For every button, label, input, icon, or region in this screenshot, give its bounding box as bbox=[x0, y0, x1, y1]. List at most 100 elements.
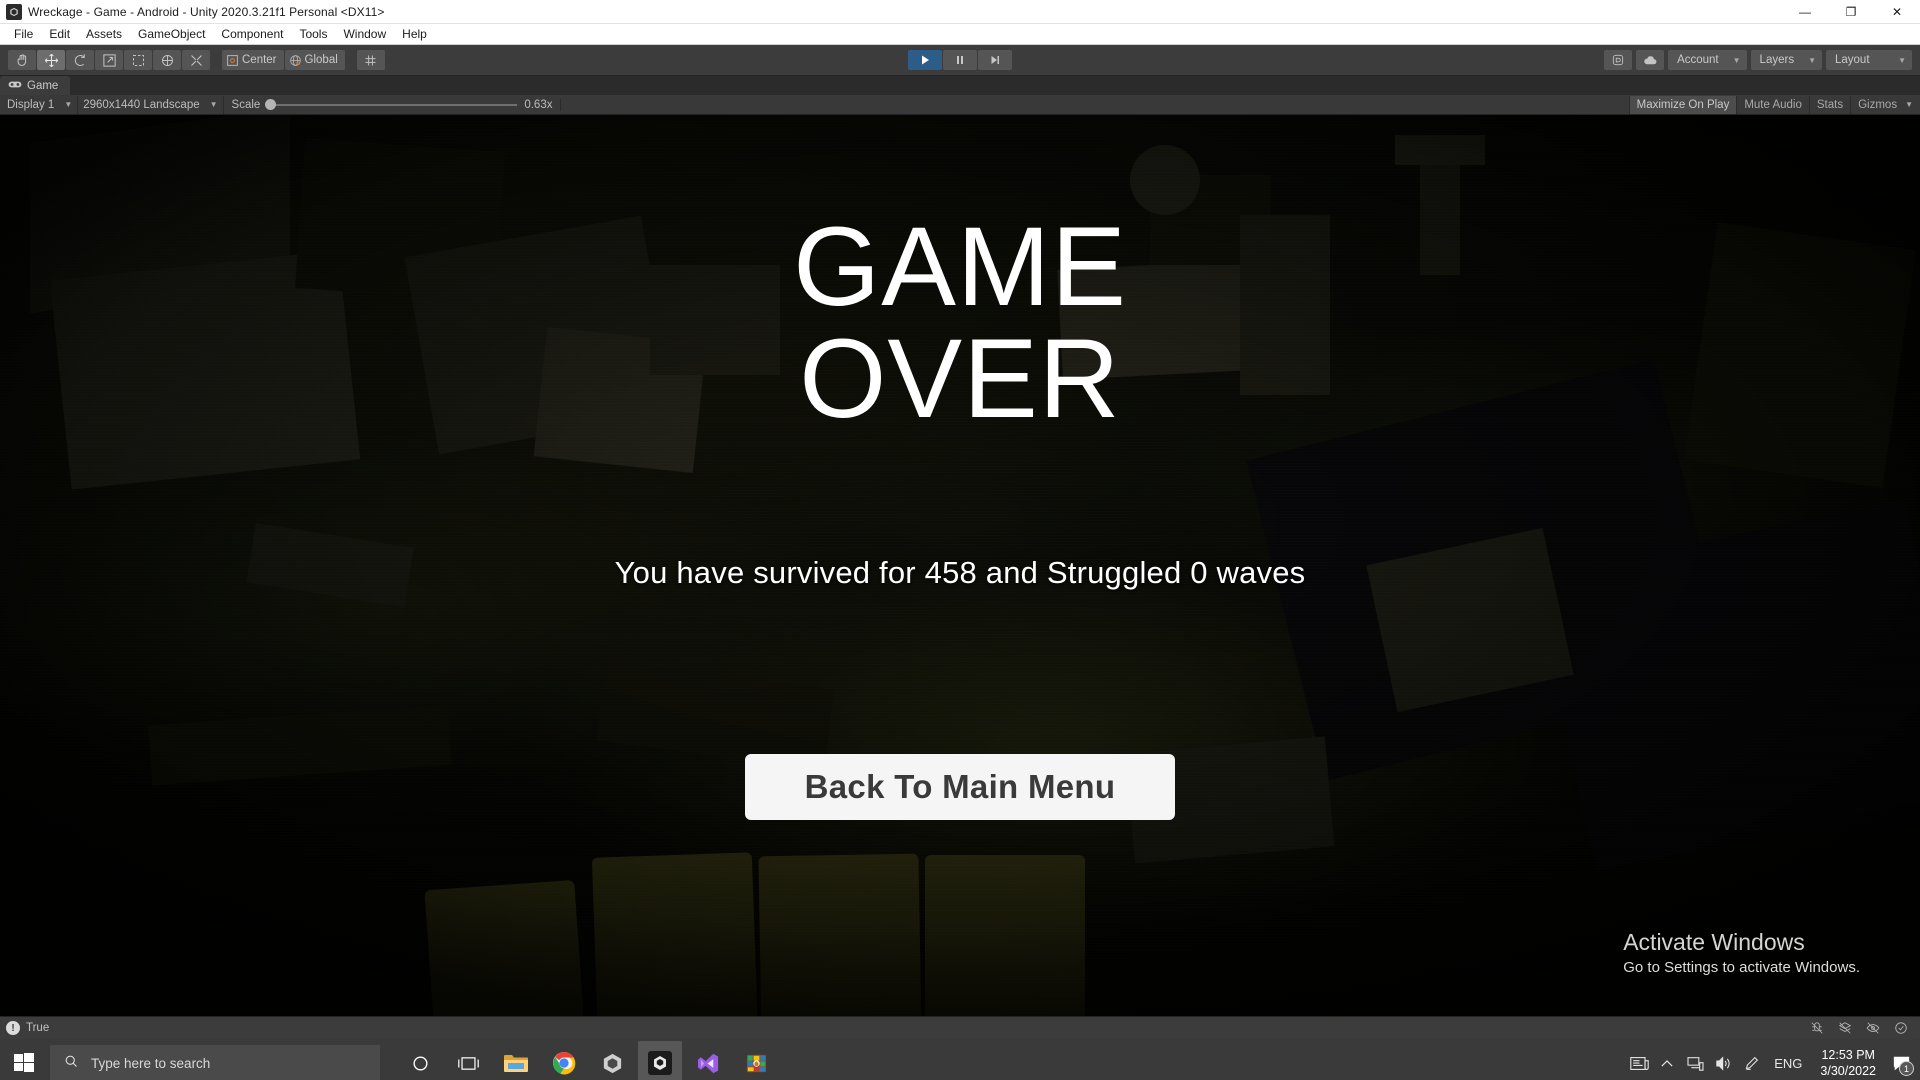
visual-studio-icon[interactable] bbox=[686, 1041, 730, 1080]
unity-icon bbox=[6, 3, 22, 20]
menu-item-gameobject[interactable]: GameObject bbox=[130, 25, 213, 43]
rotate-tool-button[interactable] bbox=[66, 50, 94, 70]
activate-windows-title: Activate Windows bbox=[1623, 929, 1805, 955]
resolution-label: 2960x1440 Landscape bbox=[83, 98, 200, 111]
snap-tools-group bbox=[356, 50, 385, 70]
chevron-down-icon: ▼ bbox=[1732, 55, 1741, 65]
resolution-dropdown[interactable]: 2960x1440 Landscape ▼ bbox=[78, 95, 224, 114]
stats-toggle[interactable]: Stats bbox=[1808, 95, 1850, 114]
game-viewport[interactable]: GAME OVER You have survived for 458 and … bbox=[0, 115, 1920, 1016]
volume-icon[interactable] bbox=[1710, 1039, 1736, 1080]
chevron-down-icon: ▼ bbox=[1898, 55, 1906, 65]
toolbar-right-group: Account ▼ Layers ▼ Layout ▼ bbox=[1604, 50, 1912, 70]
network-icon[interactable] bbox=[1682, 1039, 1708, 1080]
account-label: Account bbox=[1677, 54, 1719, 66]
check-circle-icon[interactable] bbox=[1888, 1019, 1914, 1037]
step-button[interactable] bbox=[978, 50, 1012, 70]
menu-bar: File Edit Assets GameObject Component To… bbox=[0, 24, 1920, 45]
chevron-down-icon: ▼ bbox=[209, 100, 218, 109]
pivot-mode-label: Center bbox=[242, 54, 277, 66]
hand-tool-button[interactable] bbox=[8, 50, 36, 70]
file-explorer-icon[interactable] bbox=[494, 1041, 538, 1080]
console-info-icon: ! bbox=[6, 1021, 20, 1035]
scale-label: Scale bbox=[231, 98, 261, 111]
menu-item-assets[interactable]: Assets bbox=[78, 25, 130, 43]
display-dropdown[interactable]: Display 1 ▼ bbox=[2, 95, 79, 114]
scale-tool-button[interactable] bbox=[95, 50, 123, 70]
menu-item-tools[interactable]: Tools bbox=[291, 25, 335, 43]
gizmos-toggle[interactable]: Gizmos ▼ bbox=[1850, 95, 1920, 114]
scale-slider[interactable] bbox=[265, 99, 518, 110]
menu-item-window[interactable]: Window bbox=[335, 25, 394, 43]
playback-controls bbox=[908, 50, 1012, 70]
pivot-mode-button[interactable]: Center bbox=[222, 50, 284, 70]
collab-icon[interactable] bbox=[1604, 50, 1633, 70]
search-icon bbox=[64, 1054, 79, 1072]
status-message[interactable]: ! True bbox=[6, 1021, 49, 1035]
language-indicator[interactable]: ENG bbox=[1766, 1056, 1810, 1071]
unity-hub-icon[interactable] bbox=[590, 1041, 634, 1080]
unity-editor-icon[interactable] bbox=[638, 1041, 682, 1080]
taskbar-clock[interactable]: 12:53 PM 3/30/2022 bbox=[1812, 1047, 1884, 1079]
windows-activation-watermark: Activate Windows Go to Settings to activ… bbox=[1623, 929, 1860, 976]
task-view-icon[interactable] bbox=[446, 1041, 490, 1080]
account-dropdown[interactable]: Account ▼ bbox=[1668, 50, 1747, 70]
scale-slider-handle[interactable] bbox=[265, 99, 277, 110]
menu-item-help[interactable]: Help bbox=[394, 25, 435, 43]
chevron-up-icon[interactable] bbox=[1654, 1039, 1680, 1080]
mute-audio-toggle[interactable]: Mute Audio bbox=[1736, 95, 1809, 114]
display-label: Display 1 bbox=[7, 98, 55, 111]
move-tool-button[interactable] bbox=[37, 50, 65, 70]
close-button[interactable]: ✕ bbox=[1874, 0, 1920, 24]
notification-badge: 1 bbox=[1899, 1061, 1914, 1076]
game-over-line-2: OVER bbox=[799, 316, 1121, 441]
chevron-down-icon: ▼ bbox=[1808, 55, 1816, 65]
chevron-down-icon: ▼ bbox=[64, 100, 73, 109]
news-and-interests-icon[interactable] bbox=[1626, 1039, 1652, 1080]
cloud-icon[interactable] bbox=[1636, 50, 1665, 70]
minimize-button[interactable]: — bbox=[1782, 0, 1828, 24]
eye-off-icon[interactable] bbox=[1860, 1019, 1886, 1037]
debug-off-icon[interactable] bbox=[1804, 1019, 1830, 1037]
window-title: Wreckage - Game - Android - Unity 2020.3… bbox=[28, 4, 385, 19]
game-view-toolbar: Display 1 ▼ 2960x1440 Landscape ▼ Scale … bbox=[0, 95, 1920, 115]
restore-button[interactable]: ❐ bbox=[1828, 0, 1874, 24]
pause-button[interactable] bbox=[943, 50, 977, 70]
maximize-on-play-toggle[interactable]: Maximize On Play bbox=[1628, 95, 1737, 114]
winrar-icon[interactable] bbox=[734, 1041, 778, 1080]
custom-tool-button[interactable] bbox=[182, 50, 210, 70]
cortana-icon[interactable] bbox=[398, 1041, 442, 1080]
layout-dropdown[interactable]: Layout ▼ bbox=[1826, 50, 1912, 70]
menu-item-file[interactable]: File bbox=[6, 25, 41, 43]
menu-item-edit[interactable]: Edit bbox=[41, 25, 78, 43]
layers-label: Layers bbox=[1759, 54, 1795, 66]
pen-icon[interactable] bbox=[1738, 1039, 1764, 1080]
grid-snap-icon[interactable] bbox=[356, 50, 385, 70]
play-button[interactable] bbox=[908, 50, 942, 70]
window-controls: — ❐ ✕ bbox=[1782, 0, 1920, 24]
gizmos-label: Gizmos bbox=[1858, 98, 1898, 111]
windows-start-icon[interactable] bbox=[0, 1039, 48, 1080]
pivot-rotation-button[interactable]: Global bbox=[284, 50, 345, 70]
clock-time: 12:53 PM bbox=[1821, 1048, 1875, 1062]
chrome-icon[interactable] bbox=[542, 1041, 586, 1080]
pivot-rotation-label: Global bbox=[304, 54, 338, 66]
game-toolbar-right: Maximize On Play Mute Audio Stats Gizmos… bbox=[1628, 95, 1920, 115]
tab-game[interactable]: Game bbox=[0, 76, 71, 95]
notification-center-icon[interactable]: 1 bbox=[1886, 1039, 1916, 1080]
rect-tool-button[interactable] bbox=[124, 50, 152, 70]
chevron-down-icon: ▼ bbox=[1905, 100, 1913, 109]
taskbar-search-input[interactable]: Type here to search bbox=[50, 1045, 380, 1080]
activate-windows-subtitle: Go to Settings to activate Windows. bbox=[1623, 959, 1860, 976]
layers-off-icon[interactable] bbox=[1832, 1019, 1858, 1037]
scale-value: 0.63x bbox=[524, 98, 553, 111]
layers-dropdown[interactable]: Layers ▼ bbox=[1750, 50, 1822, 70]
back-to-main-menu-button[interactable]: Back To Main Menu bbox=[745, 754, 1175, 820]
scale-slider-group[interactable]: Scale 0.63x bbox=[224, 98, 562, 111]
transform-tool-button[interactable] bbox=[153, 50, 181, 70]
game-over-overlay: GAME OVER You have survived for 458 and … bbox=[0, 115, 1920, 1016]
search-placeholder: Type here to search bbox=[91, 1055, 211, 1071]
game-over-title: GAME OVER bbox=[793, 211, 1127, 435]
menu-item-component[interactable]: Component bbox=[213, 25, 291, 43]
title-bar: Wreckage - Game - Android - Unity 2020.3… bbox=[0, 0, 1920, 24]
